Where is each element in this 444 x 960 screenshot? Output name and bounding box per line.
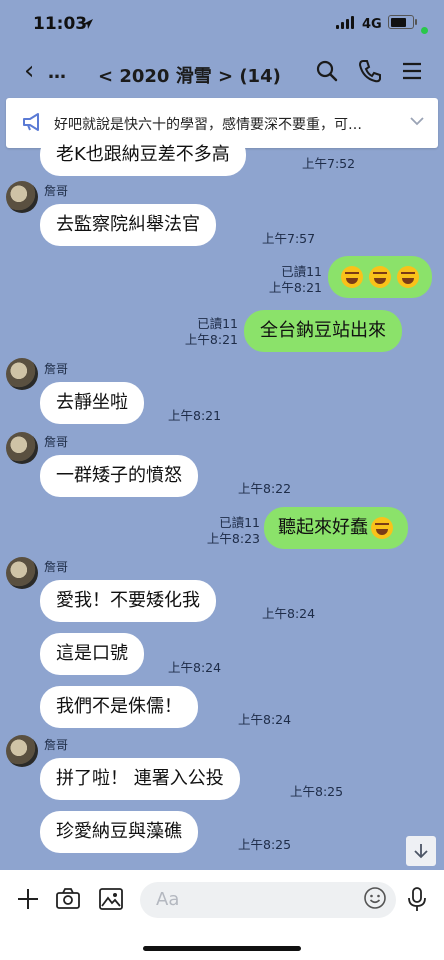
message-time: 上午7:52 <box>302 156 356 171</box>
read-receipt: 已讀11 <box>281 264 322 279</box>
my-emoji-bubble[interactable] <box>328 256 432 298</box>
sender-name: 詹哥 <box>44 435 69 449</box>
camera-icon[interactable] <box>55 886 81 912</box>
network-type: 4G <box>362 17 382 32</box>
message-bubble[interactable]: 愛我！不要矮化我 <box>40 580 216 622</box>
message-bubble[interactable]: 一群矮子的憤怒 <box>40 455 198 497</box>
avatar[interactable] <box>6 358 38 390</box>
message-meta: 已讀11 上午8:21 <box>262 264 322 296</box>
laughing-tears-emoji-icon <box>371 517 393 539</box>
message-meta: 已讀11 上午8:21 <box>178 316 238 348</box>
message-time: 上午8:25 <box>238 837 292 852</box>
avatar[interactable] <box>6 432 38 464</box>
message-bubble[interactable]: 去監察院糾舉法官 <box>40 204 216 246</box>
chat-header: ‹ … < 2020 滑雪 > (14) <box>0 48 444 96</box>
message-time: 上午8:23 <box>206 531 260 546</box>
image-icon[interactable] <box>98 886 124 912</box>
message-time: 上午8:24 <box>168 660 222 675</box>
search-icon[interactable] <box>314 58 340 84</box>
message-bubble[interactable]: 去靜坐啦 <box>40 382 144 424</box>
message-time: 上午8:25 <box>290 784 344 799</box>
status-bar: 11:03 4G <box>0 0 444 48</box>
my-message-bubble[interactable]: 聽起來好蠢 <box>264 507 408 549</box>
avatar[interactable] <box>6 735 38 767</box>
sender-name: 詹哥 <box>44 738 69 752</box>
message-time: 上午8:22 <box>238 481 292 496</box>
message-time: 上午8:24 <box>238 712 292 727</box>
message-input[interactable]: Aa <box>140 882 396 918</box>
emoji-icon[interactable] <box>363 886 387 910</box>
message-bubble[interactable]: 珍愛納豆與藻礁 <box>40 811 198 853</box>
read-receipt: 已讀11 <box>219 515 260 530</box>
scroll-to-bottom-button[interactable] <box>406 836 436 866</box>
microphone-icon[interactable] <box>405 886 429 912</box>
read-receipt: 已讀11 <box>197 316 238 331</box>
location-arrow-icon <box>83 19 93 29</box>
sender-name: 詹哥 <box>44 362 69 376</box>
chat-screen: 11:03 4G ‹ … < 2020 滑雪 > (14) 好吧就說是快六十的學… <box>0 0 444 960</box>
message-bubble[interactable]: 這是口號 <box>40 633 144 675</box>
my-message-bubble[interactable]: 全台鈉豆站出來 <box>244 310 402 352</box>
avatar[interactable] <box>6 557 38 589</box>
menu-icon[interactable] <box>400 58 426 84</box>
phone-icon[interactable] <box>357 58 383 84</box>
message-bubble[interactable]: 老K也跟納豆差不多高 <box>40 134 246 176</box>
plus-icon[interactable] <box>15 886 41 912</box>
sender-name: 詹哥 <box>44 560 69 574</box>
sender-name: 詹哥 <box>44 184 69 198</box>
rofl-emoji-icon <box>341 266 363 288</box>
camera-in-use-indicator <box>421 27 428 34</box>
back-chevron-icon[interactable]: ‹ <box>24 56 34 86</box>
back-button-label[interactable]: … <box>48 62 66 83</box>
rofl-emoji-icon <box>369 266 391 288</box>
message-meta: 已讀11 上午8:23 <box>196 515 260 547</box>
chevron-down-icon[interactable] <box>408 112 426 130</box>
announcement-text: 好吧就說是快六十的學習，感情要深不要重，可… <box>54 117 362 133</box>
message-time: 上午8:21 <box>168 408 222 423</box>
avatar[interactable] <box>6 181 38 213</box>
message-time: 上午8:21 <box>268 280 322 295</box>
signal-icon <box>336 16 358 29</box>
message-input-placeholder: Aa <box>156 889 180 910</box>
message-bubble[interactable]: 我們不是侏儒！ <box>40 686 198 728</box>
battery-icon <box>388 15 417 29</box>
message-time: 上午7:57 <box>262 231 316 246</box>
message-text: 聽起來好蠢 <box>278 517 368 538</box>
status-time: 11:03 <box>33 14 88 34</box>
message-time: 上午8:24 <box>262 606 316 621</box>
message-time: 上午8:21 <box>184 332 238 347</box>
megaphone-icon <box>23 113 39 131</box>
message-bubble[interactable]: 拼了啦！ 連署入公投 <box>40 758 240 800</box>
rofl-emoji-icon <box>397 266 419 288</box>
arrow-down-icon <box>414 844 428 859</box>
chat-title[interactable]: < 2020 滑雪 > (14) <box>98 62 281 88</box>
home-indicator <box>143 946 301 951</box>
